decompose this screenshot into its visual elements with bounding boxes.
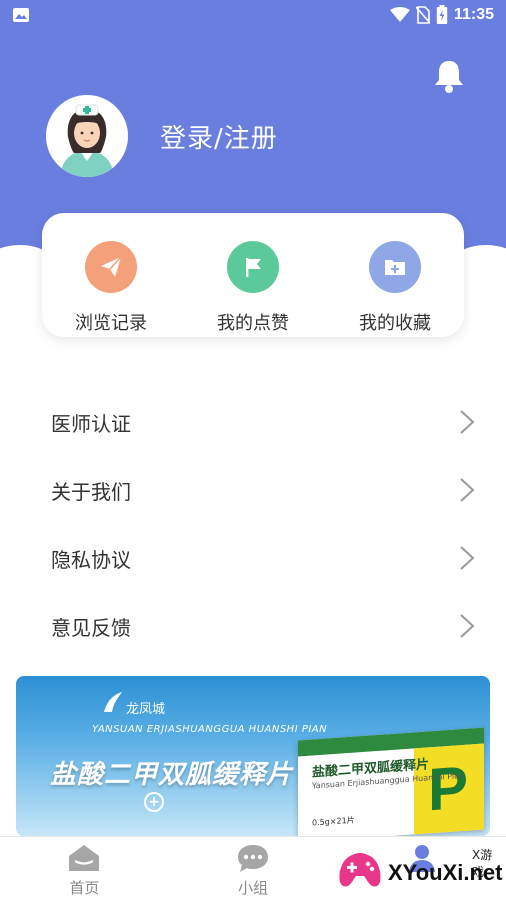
menu-item-about-us[interactable]: 关于我们	[0, 456, 506, 524]
favorites-circle	[369, 241, 421, 293]
banner-subtitle: YANSUAN ERJIASHUANGGUA HUANSHI PIAN	[92, 724, 328, 735]
menu-item-feedback[interactable]: 意见反馈	[0, 592, 506, 660]
bell-icon[interactable]	[432, 58, 466, 94]
menu-item-label: 隐私协议	[51, 547, 131, 572]
box-dose: 0.5g×21片	[312, 815, 355, 828]
nav-label: 首页	[69, 879, 100, 897]
likes-circle	[227, 241, 279, 293]
history-circle	[85, 241, 137, 293]
no-sim-icon	[415, 6, 430, 24]
menu-item-label: 关于我们	[51, 479, 131, 504]
chevron-right-icon	[460, 410, 475, 434]
quick-action-favorites[interactable]: 我的收藏	[340, 213, 450, 337]
folder-plus-icon	[385, 260, 405, 275]
banner-title: 盐酸二甲双胍缓释片	[50, 760, 294, 790]
paper-plane-icon	[101, 256, 122, 277]
chat-bubble-icon	[237, 845, 268, 872]
home-icon	[69, 845, 100, 871]
avatar[interactable]	[46, 95, 128, 177]
crane-logo-icon	[104, 692, 122, 712]
quick-action-label: 我的点赞	[217, 313, 289, 334]
menu-item-label: 意见反馈	[51, 615, 131, 640]
nav-home[interactable]: 首页	[24, 837, 144, 898]
wifi-icon	[389, 7, 410, 22]
banner-brand: 龙凤城	[126, 702, 166, 717]
quick-action-label: 浏览记录	[75, 313, 147, 334]
login-register-link[interactable]: 登录/注册	[160, 118, 278, 155]
promo-banner[interactable]: 龙凤城 YANSUAN ERJIASHUANGGUA HUANSHI PIAN …	[16, 676, 490, 836]
nav-label: 小组	[237, 879, 268, 897]
nav-groups[interactable]: 小组	[193, 837, 313, 898]
status-left	[12, 7, 30, 23]
site-watermark: X游戏 XYouXi.net	[336, 846, 503, 896]
nurse-avatar-icon	[46, 95, 128, 177]
menu-item-label: 医师认证	[51, 411, 131, 436]
status-right: 11:35	[389, 5, 494, 25]
menu-item-privacy-policy[interactable]: 隐私协议	[0, 524, 506, 592]
chevron-right-icon	[460, 478, 475, 502]
chevron-right-icon	[460, 614, 475, 638]
quick-action-label: 我的收藏	[359, 313, 431, 334]
image-icon	[13, 8, 29, 22]
quick-action-likes[interactable]: 我的点赞	[198, 213, 308, 337]
battery-charging-icon	[436, 5, 448, 24]
flag-icon	[246, 258, 261, 277]
chevron-right-icon	[460, 546, 475, 570]
quick-action-history[interactable]: 浏览记录	[56, 213, 166, 337]
watermark-site: XYouXi.net	[388, 860, 503, 885]
status-time: 11:35	[453, 6, 494, 23]
status-bar: 11:35	[0, 0, 506, 30]
menu-item-doctor-certification[interactable]: 医师认证	[0, 388, 506, 456]
gamepad-logo-icon	[339, 853, 381, 887]
quick-actions-card: 浏览记录 我的点赞 我的收藏	[42, 213, 464, 337]
medicine-box-image: P 盐酸二甲双胍缓释片 Yansuan Erjiashuanggua Huans…	[298, 727, 484, 836]
plus-icon: +	[144, 792, 164, 812]
box-letter: P	[427, 753, 468, 824]
settings-menu: 医师认证 关于我们 隐私协议 意见反馈	[0, 388, 506, 660]
